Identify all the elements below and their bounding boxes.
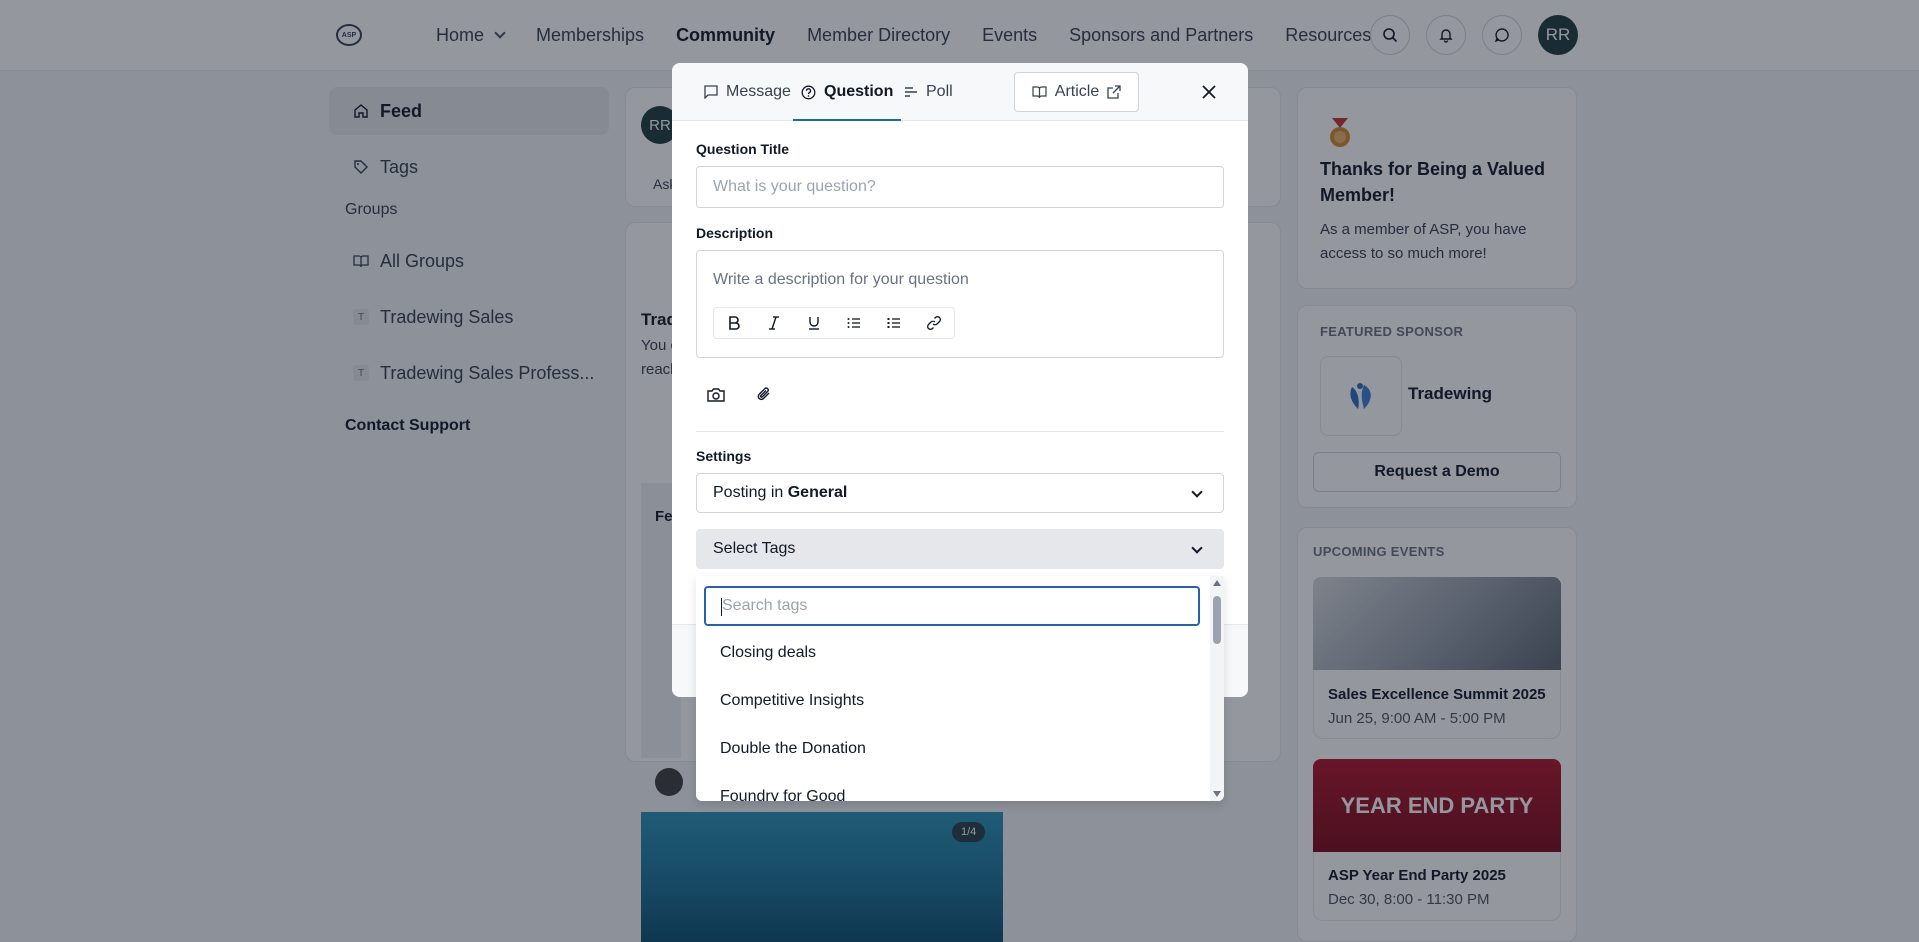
close-modal-button[interactable] [1196,79,1222,105]
modal-header: Message Question Poll Article [672,63,1248,121]
tab-question[interactable]: Question [793,63,902,121]
underline-button[interactable] [794,308,834,338]
tab-label: Poll [926,83,953,100]
article-button[interactable]: Article [1014,72,1139,112]
ordered-list-button[interactable] [834,308,874,338]
poll-icon [905,87,917,97]
tag-option[interactable]: Double the Donation [720,740,866,758]
select-tags-dropdown[interactable]: Select Tags [696,529,1224,569]
question-title-label: Question Title [696,141,790,157]
description-editor[interactable]: Write a description for your question [696,250,1224,358]
book-open-icon [1032,86,1047,99]
question-title-placeholder: What is your question? [713,178,876,195]
tag-option[interactable]: Closing deals [720,644,816,662]
italic-icon [769,316,779,330]
scrollbar-thumb[interactable] [1213,596,1221,644]
tab-label: Message [726,83,791,100]
tab-message[interactable]: Message [704,63,791,121]
bold-icon [729,316,740,330]
question-title-input[interactable]: What is your question? [696,166,1224,208]
external-link-icon [1107,85,1121,99]
description-placeholder: Write a description for your question [713,271,969,288]
camera-icon [707,387,725,402]
bold-button[interactable] [714,308,754,338]
divider [696,431,1224,432]
search-tags-input[interactable]: Search tags [704,586,1200,626]
dropdown-scrollbar[interactable] [1210,576,1224,801]
bullet-list-icon [887,318,900,328]
select-tags-label: Select Tags [713,540,796,557]
settings-label: Settings [696,448,752,464]
posting-group-value: General [787,484,848,501]
article-label: Article [1054,83,1100,100]
link-icon [927,316,941,330]
description-label: Description [696,225,774,241]
paperclip-icon [757,387,770,401]
tags-dropdown-menu: Search tags Closing deals Competitive In… [696,576,1224,801]
tag-option[interactable]: Competitive Insights [720,692,864,710]
bullet-list-button[interactable] [874,308,914,338]
underline-icon [809,317,819,330]
link-button[interactable] [914,308,954,338]
ordered-list-icon [847,318,860,328]
text-caret [721,598,722,616]
rich-text-toolbar [713,307,955,339]
chevron-down-icon [1191,486,1203,498]
scroll-up-icon[interactable] [1213,580,1221,586]
tab-label: Question [824,83,894,100]
add-photo-button[interactable] [704,382,728,406]
tag-option[interactable]: Foundry for Good [720,788,845,801]
attach-file-button[interactable] [752,382,776,406]
tab-poll[interactable]: Poll [904,63,953,121]
scroll-down-icon[interactable] [1213,791,1221,797]
search-tags-placeholder: Search tags [722,597,808,614]
posting-prefix: Posting in [713,484,784,501]
question-icon [801,85,816,99]
close-icon [1202,85,1216,99]
italic-button[interactable] [754,308,794,338]
posting-group-select[interactable]: Posting in General [696,473,1224,513]
message-icon [704,85,718,99]
chevron-down-icon [1191,542,1203,554]
